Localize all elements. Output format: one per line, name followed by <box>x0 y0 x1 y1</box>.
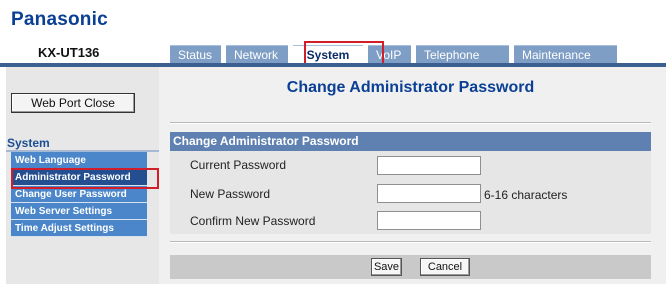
panasonic-logo: Panasonic <box>11 9 108 30</box>
tab-telephone[interactable]: Telephone <box>416 45 509 63</box>
current-password-label: Current Password <box>190 158 287 172</box>
sidebar-item-web-server-settings[interactable]: Web Server Settings <box>11 203 147 220</box>
confirm-password-input[interactable] <box>377 211 481 230</box>
new-password-label: New Password <box>190 187 271 201</box>
sidebar-item-web-language[interactable]: Web Language <box>11 152 147 169</box>
top-tab-bar: Status Network System VoIP Telephone Mai… <box>170 45 622 63</box>
new-password-input[interactable] <box>377 184 481 203</box>
form-divider <box>170 241 651 243</box>
active-menu-highlight <box>11 168 159 189</box>
model-name: KX-UT136 <box>38 45 100 60</box>
sidebar-item-time-adjust-settings[interactable]: Time Adjust Settings <box>11 220 147 237</box>
current-password-input[interactable] <box>377 156 481 175</box>
panel-header: Change Administrator Password <box>170 132 651 151</box>
confirm-password-label: Confirm New Password <box>190 214 316 228</box>
save-button[interactable]: Save <box>371 258 402 276</box>
password-length-hint: 6-16 characters <box>484 188 568 202</box>
form-action-bar <box>170 255 651 279</box>
sidebar-section-title: System <box>7 136 50 150</box>
page-title: Change Administrator Password <box>286 79 535 96</box>
tab-network[interactable]: Network <box>226 45 288 63</box>
tab-maintenance[interactable]: Maintenance <box>514 45 617 63</box>
web-port-close-button[interactable]: Web Port Close <box>11 93 135 113</box>
title-divider <box>170 122 651 124</box>
tab-status[interactable]: Status <box>170 45 221 63</box>
cancel-button[interactable]: Cancel <box>420 258 470 276</box>
sidebar-menu: Web Language Administrator Password Chan… <box>11 152 147 237</box>
